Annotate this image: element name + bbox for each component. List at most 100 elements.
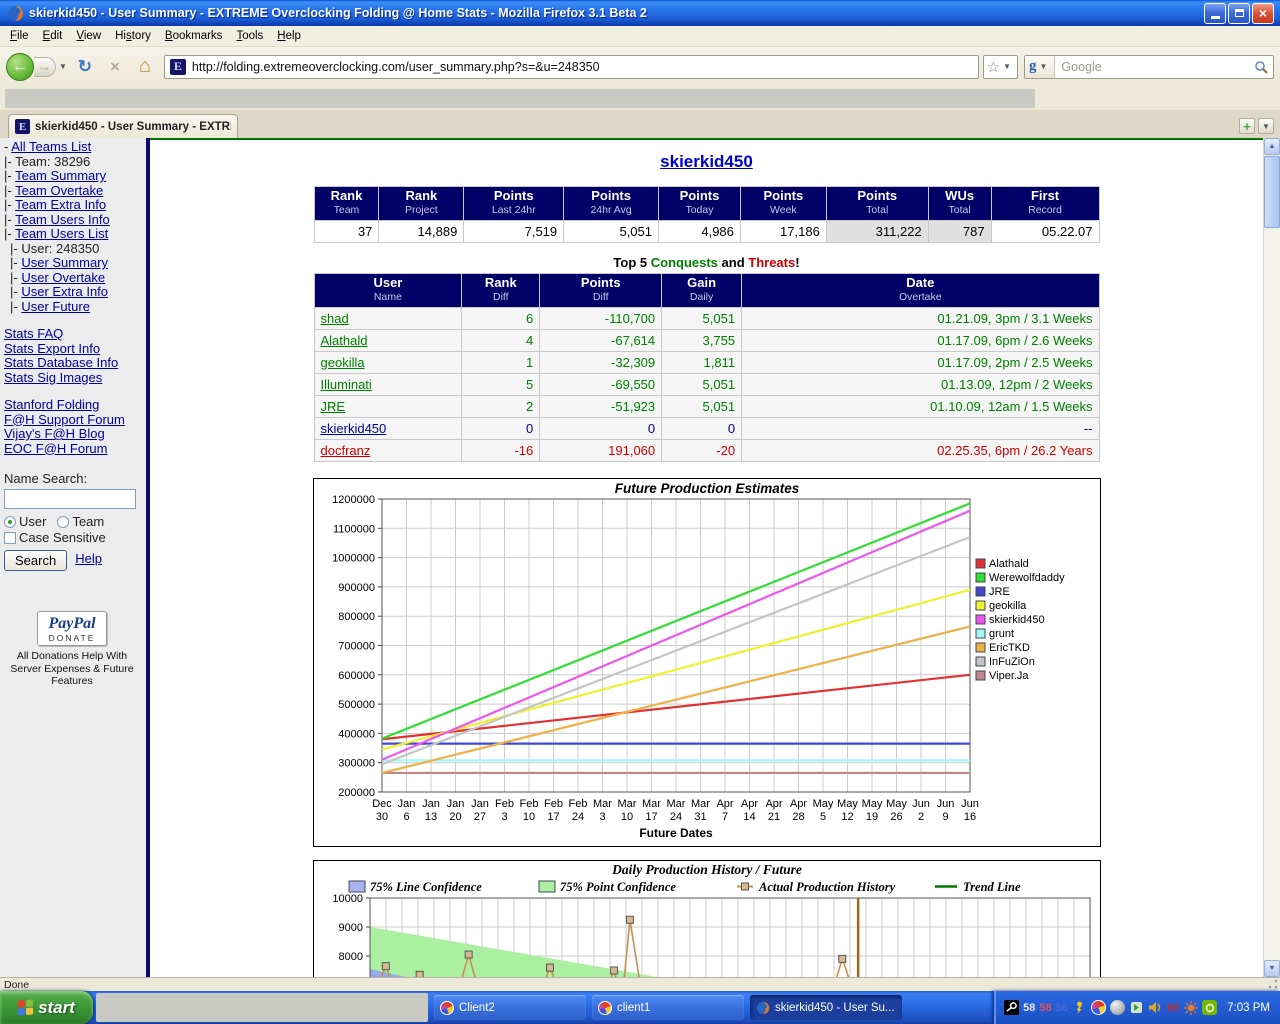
menu-bookmarks[interactable]: Bookmarks (158, 28, 230, 44)
svg-text:Apr: Apr (740, 798, 757, 810)
window-titlebar[interactable]: skierkid450 - User Summary - EXTREME Ove… (0, 0, 1280, 26)
sidebar-link[interactable]: Team Users Info (15, 212, 110, 227)
menu-history[interactable]: History (108, 28, 158, 44)
menu-edit[interactable]: Edit (36, 28, 70, 44)
help-link[interactable]: Help (75, 551, 102, 566)
svg-text:Werewolfdaddy: Werewolfdaddy (989, 572, 1065, 584)
case-sensitive-label: Case Sensitive (19, 530, 106, 545)
sidebar-link[interactable]: User Future (21, 299, 90, 314)
sidebar-item-team-users-list[interactable]: |- Team Users List (4, 227, 146, 242)
sidebar-link[interactable]: Team Users List (15, 226, 108, 241)
sidebar-link[interactable]: Team Extra Info (15, 197, 106, 212)
forward-button[interactable]: → (34, 57, 56, 77)
taskbar-task-client1[interactable]: client1 (592, 995, 744, 1020)
user-link-JRE[interactable]: JRE (321, 399, 346, 414)
sidebar-item-user-extra-info[interactable]: |- User Extra Info (4, 285, 146, 300)
user-link-shad[interactable]: shad (321, 311, 349, 326)
sidebar-link-eoc-f-h-forum[interactable]: EOC F@H Forum (4, 441, 107, 456)
sidebar-link-stats-export-info[interactable]: Stats Export Info (4, 341, 100, 356)
user-link-docfranz[interactable]: docfranz (321, 443, 371, 458)
sidebar-link-vijay-s-f-h-blog[interactable]: Vijay's F@H Blog (4, 426, 105, 441)
sidebar-link[interactable]: Team Overtake (15, 183, 103, 198)
volume-icon[interactable] (1148, 1000, 1163, 1015)
sidebar-item-user-summary[interactable]: |- User Summary (4, 256, 146, 271)
sidebar-item-team-extra-info[interactable]: |- Team Extra Info (4, 198, 146, 213)
paypal-donate-button[interactable]: PayPal DONATE (37, 611, 106, 646)
search-box[interactable]: g ▼ Google (1024, 55, 1274, 79)
menu-file[interactable]: File (3, 28, 36, 44)
update-arrow-icon[interactable] (1129, 1000, 1144, 1015)
colorful-app-icon[interactable] (1091, 1000, 1106, 1015)
user-link-Illuminati[interactable]: Illuminati (321, 377, 372, 392)
svg-text:8000: 8000 (338, 951, 362, 963)
close-button[interactable]: × (1252, 3, 1274, 24)
gray-sphere-icon[interactable] (1110, 1000, 1125, 1015)
user-link-geokilla[interactable]: geokilla (321, 355, 365, 370)
user-link-Alathald[interactable]: Alathald (321, 333, 368, 348)
aim-icon[interactable] (1072, 1000, 1087, 1015)
search-button[interactable]: Search (4, 550, 67, 571)
history-dropdown-icon[interactable]: ▼ (56, 62, 70, 71)
sidebar-link-f-h-support-forum[interactable]: F@H Support Forum (4, 412, 125, 427)
scrollbar-down-icon[interactable]: ▼ (1264, 960, 1280, 977)
sidebar-link-stats-faq[interactable]: Stats FAQ (4, 326, 63, 341)
steam-icon[interactable] (1004, 1000, 1019, 1015)
speedfan-sun-icon[interactable] (1183, 1000, 1198, 1015)
vertical-scrollbar[interactable]: ▲ ▼ (1263, 138, 1280, 977)
radio-user[interactable] (4, 516, 16, 528)
restore-button[interactable] (1228, 3, 1250, 24)
sidebar-item-user-overtake[interactable]: |- User Overtake (4, 271, 146, 286)
stop-button[interactable]: × (102, 54, 128, 80)
sidebar-link-stanford-folding[interactable]: Stanford Folding (4, 397, 99, 412)
sidebar-link[interactable]: Team Summary (15, 168, 106, 183)
case-sensitive-checkbox[interactable] (4, 532, 16, 544)
scrollbar-up-icon[interactable]: ▲ (1264, 138, 1280, 155)
svg-text:Jan: Jan (422, 798, 440, 810)
sidebar-item-all-teams-list[interactable]: - All Teams List (4, 140, 146, 155)
nvidia-icon[interactable] (1202, 1000, 1217, 1015)
sidebar-link[interactable]: User Overtake (21, 270, 105, 285)
bookmark-star-box[interactable]: ☆ ▼ (983, 55, 1018, 79)
scrollbar-thumb[interactable] (1264, 156, 1280, 228)
sidebar-link[interactable]: All Teams List (11, 139, 91, 154)
user-link-skierkid450[interactable]: skierkid450 (321, 421, 387, 436)
taskbar-task-skierkid450-user-su-[interactable]: skierkid450 - User Su... (750, 995, 902, 1020)
sidebar-item-team-overtake[interactable]: |- Team Overtake (4, 184, 146, 199)
bookmark-dropdown-icon[interactable]: ▼ (1000, 62, 1014, 71)
taskbar-task-client2[interactable]: Client2 (434, 995, 586, 1020)
sidebar-link[interactable]: User Extra Info (21, 284, 108, 299)
search-input[interactable]: Google (1055, 60, 1254, 74)
tab-skierkid450[interactable]: E skierkid450 - User Summary - EXTRE... (8, 114, 238, 138)
svg-text:Jun: Jun (961, 798, 979, 810)
search-magnifier-icon[interactable] (1254, 60, 1268, 74)
menu-view[interactable]: View (69, 28, 108, 44)
bookmark-star-icon[interactable]: ☆ (987, 58, 1000, 76)
search-engine-selector[interactable]: g ▼ (1025, 56, 1055, 78)
menu-help[interactable]: Help (270, 28, 308, 44)
url-bar[interactable]: E http://folding.extremeoverclocking.com… (164, 55, 979, 79)
sidebar-item-team-summary[interactable]: |- Team Summary (4, 169, 146, 184)
svg-text:Future Production Estimates: Future Production Estimates (614, 481, 799, 496)
url-text[interactable]: http://folding.extremeoverclocking.com/u… (192, 60, 600, 74)
tab-list-dropdown-icon[interactable]: ▼ (1258, 118, 1274, 134)
sidebar-link-stats-sig-images[interactable]: Stats Sig Images (4, 370, 102, 385)
resize-grip[interactable] (1267, 978, 1279, 990)
sidebar-item-team-users-info[interactable]: |- Team Users Info (4, 213, 146, 228)
search-engine-dropdown-icon[interactable]: ▼ (1037, 62, 1051, 71)
radio-team[interactable] (57, 516, 69, 528)
menu-tools[interactable]: Tools (229, 28, 270, 44)
sidebar-item-user-future[interactable]: |- User Future (4, 300, 146, 315)
home-button[interactable]: ⌂ (132, 54, 158, 80)
sidebar-link[interactable]: User Summary (21, 255, 108, 270)
sidebar-link-stats-database-info[interactable]: Stats Database Info (4, 355, 118, 370)
clock[interactable]: 7:03 PM (1227, 1002, 1270, 1014)
reload-button[interactable]: ↻ (72, 54, 98, 80)
minimize-button[interactable] (1204, 3, 1226, 24)
new-tab-button[interactable]: + (1239, 118, 1255, 134)
start-button[interactable]: start (0, 991, 93, 1024)
back-button[interactable]: ← (6, 53, 34, 81)
page-title[interactable]: skierkid450 (660, 152, 753, 171)
name-search-input[interactable] (4, 489, 136, 509)
svg-text:17: 17 (547, 811, 559, 823)
svg-text:Trend Line: Trend Line (963, 880, 1021, 894)
